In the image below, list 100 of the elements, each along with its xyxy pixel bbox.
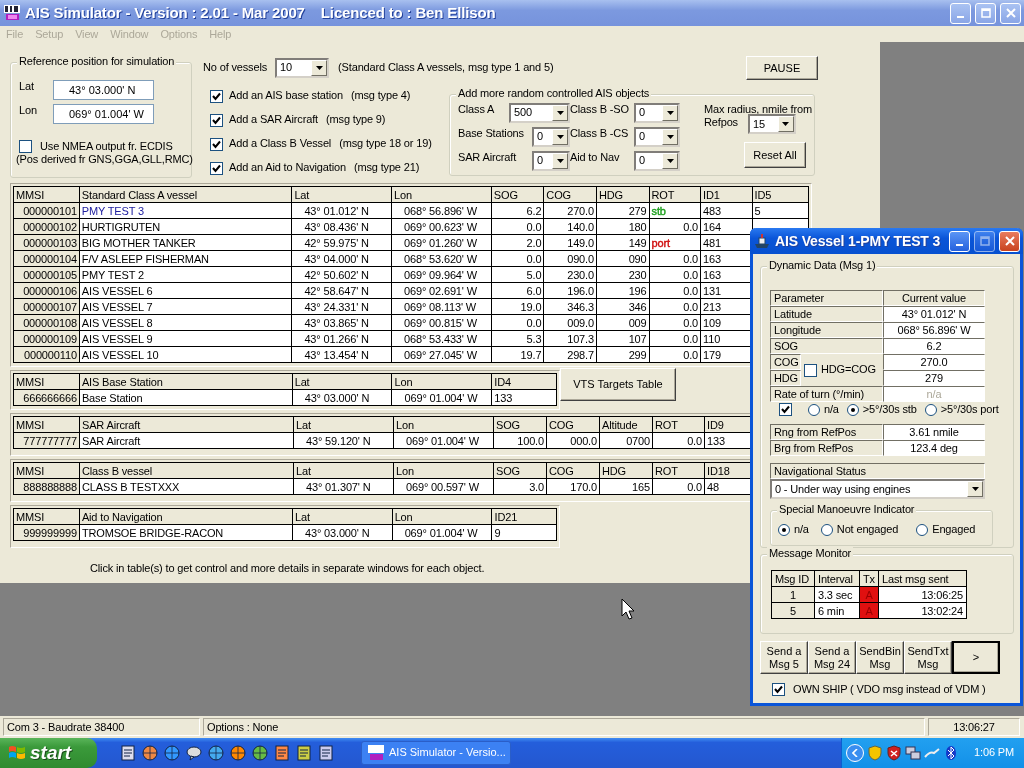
checkbox[interactable]	[210, 137, 223, 151]
column-header: Lat	[291, 186, 392, 203]
checkbox[interactable]	[210, 113, 223, 127]
action-button[interactable]: SendBin Msg	[856, 641, 904, 674]
column-header: Altitude	[599, 416, 653, 433]
globe-icon[interactable]	[207, 744, 225, 762]
start-button[interactable]: start	[0, 738, 97, 768]
field-label: No of vessels	[203, 61, 268, 75]
checkbox[interactable]	[210, 89, 223, 103]
checkbox[interactable]	[804, 363, 817, 377]
group-title: Add more random controlled AIS objects	[456, 87, 652, 101]
dropdown-arrow-button[interactable]	[552, 129, 568, 145]
minimize-button[interactable]	[949, 230, 970, 252]
hint-text: Click in table(s) to get control and more details in separate windows for each object.	[90, 562, 486, 576]
radio-button[interactable]	[820, 523, 833, 536]
parameter-label: Brg from RefPos	[770, 440, 883, 457]
document-icon[interactable]	[295, 744, 313, 762]
dropdown-arrow-button[interactable]	[662, 129, 678, 145]
column-header: ID5	[752, 186, 809, 203]
status-panel: 13:06:27	[928, 718, 1020, 736]
radius-dropdown[interactable]: 15	[747, 114, 796, 135]
column-header: MMSI	[13, 416, 80, 433]
count-dropdown[interactable]: 500	[509, 103, 570, 123]
dropdown-arrow-button[interactable]	[552, 153, 568, 169]
column-header: SOG	[491, 186, 544, 203]
note-text: (msg type 9)	[326, 113, 386, 127]
value-field: 43° 01.012' N	[883, 306, 985, 322]
action-button[interactable]: Send a Msg 5	[760, 641, 808, 674]
checkbox[interactable]	[772, 683, 785, 697]
maximize-button[interactable]	[974, 230, 995, 252]
column-header: COG	[546, 416, 600, 433]
globe-icon[interactable]	[163, 744, 181, 762]
column-header: SOG	[493, 416, 547, 433]
document-icon[interactable]	[119, 744, 137, 762]
value-field: 270.0	[883, 354, 985, 370]
document-icon[interactable]	[317, 744, 335, 762]
lat-field[interactable]: 43° 03.000' N	[53, 80, 154, 100]
chat-bubble-icon[interactable]	[185, 744, 203, 762]
field-label: Aid to Nav	[570, 151, 620, 165]
count-dropdown[interactable]: 0	[634, 127, 680, 147]
radio-button[interactable]	[778, 523, 790, 536]
document-icon[interactable]	[273, 744, 291, 762]
action-button[interactable]: >	[952, 641, 1000, 674]
show-hidden-icons-button[interactable]	[846, 744, 865, 762]
dropdown-arrow-button[interactable]	[311, 60, 328, 76]
globe-icon[interactable]	[251, 744, 269, 762]
caret-icon	[971, 487, 979, 492]
section-label: Navigational Status	[770, 463, 985, 480]
vessel-count-dropdown[interactable]: 10	[275, 58, 330, 78]
column-header: SAR Aircraft	[79, 416, 294, 433]
taskbar-window-button[interactable]: AIS Simulator - Versio...	[361, 741, 511, 765]
checkbox[interactable]	[779, 403, 792, 417]
column-header: Lon	[391, 186, 492, 203]
dropdown-arrow-button[interactable]	[777, 116, 794, 133]
parameter-label: SOG	[770, 338, 883, 354]
column-header: COG	[546, 462, 600, 479]
dropdown-arrow-button[interactable]	[967, 481, 983, 498]
window-title: AIS Simulator - Version : 2.01 - Mar 2007 Licenced to : Ben Ellison	[25, 4, 497, 22]
radio-button[interactable]	[916, 523, 929, 536]
status-panel: Options : None	[203, 718, 925, 736]
check-mark-icon	[774, 685, 783, 695]
radio-button[interactable]	[846, 403, 859, 416]
count-dropdown[interactable]: 0	[634, 151, 680, 171]
ship-icon	[754, 233, 770, 249]
globe-icon[interactable]	[141, 744, 159, 762]
nav-status-dropdown[interactable]: 0 - Under way using engines	[770, 479, 985, 500]
caret-icon	[782, 122, 790, 127]
column-header: SOG	[493, 462, 547, 479]
dropdown-arrow-button[interactable]	[662, 105, 678, 121]
checkbox[interactable]	[210, 161, 223, 175]
dropdown-arrow-button[interactable]	[552, 105, 568, 121]
column-header: Aid to Navigation	[79, 508, 293, 525]
count-dropdown[interactable]: 0	[634, 103, 680, 123]
checkbox-label: HDG=COG	[821, 363, 876, 377]
column-header: Class B vessel	[79, 462, 294, 479]
column-header: Last msg sent	[878, 570, 967, 587]
count-dropdown[interactable]: 0	[532, 127, 570, 147]
close-button[interactable]	[999, 230, 1020, 252]
lon-field[interactable]: 069° 01.004' W	[53, 104, 154, 124]
radio-button[interactable]	[808, 403, 820, 416]
vts-table-button[interactable]: VTS Targets Table	[560, 368, 676, 401]
checkbox-label: Use NMEA output fr. ECDIS	[40, 140, 173, 154]
column-header: Lat	[293, 462, 394, 479]
checkbox[interactable]	[19, 140, 32, 154]
checkbox-label: Add a Class B Vessel	[229, 137, 332, 151]
reset-button[interactable]: Reset All	[744, 142, 806, 169]
caret-icon	[666, 135, 674, 139]
checkbox-label: Add a SAR Aircraft	[229, 113, 318, 127]
action-button[interactable]: SendTxt Msg	[904, 641, 952, 674]
pause-button[interactable]: PAUSE	[746, 56, 818, 80]
action-button[interactable]: Send a Msg 24	[808, 641, 856, 674]
window-title: AIS Vessel 1-PMY TEST 3	[775, 232, 942, 250]
column-header: MMSI	[13, 508, 80, 525]
chevron-icon	[852, 749, 859, 757]
radio-button[interactable]	[924, 403, 937, 416]
globe-icon[interactable]	[229, 744, 247, 762]
column-header: Msg ID	[771, 570, 815, 587]
caret-icon	[666, 111, 674, 115]
count-dropdown[interactable]: 0	[532, 151, 570, 171]
dropdown-arrow-button[interactable]	[662, 153, 678, 169]
